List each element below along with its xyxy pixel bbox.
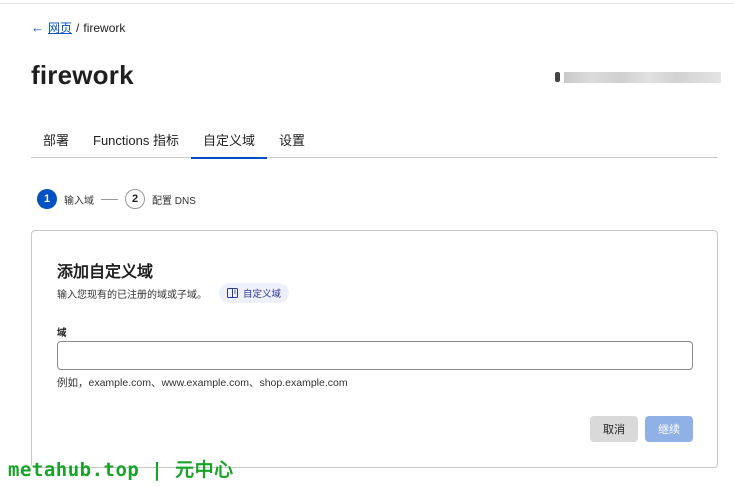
tab-functions-metrics[interactable]: Functions 指标 (81, 120, 191, 158)
step-1-indicator: 1 (37, 189, 57, 209)
step-2-indicator: 2 (125, 189, 145, 209)
breadcrumb-current: firework (83, 20, 126, 35)
tab-settings[interactable]: 设置 (267, 120, 317, 158)
domain-hint: 例如，example.com、www.example.com、shop.exam… (57, 377, 348, 389)
redacted-bar (564, 71, 721, 83)
step-1-label: 输入域 (64, 195, 94, 207)
tab-custom-domains[interactable]: 自定义域 (191, 120, 268, 159)
book-icon (227, 288, 238, 298)
page-title: firework (31, 60, 134, 90)
breadcrumb-separator: / (76, 20, 80, 35)
domain-field-label: 域 (57, 328, 67, 339)
card-title: 添加自定义域 (57, 264, 154, 281)
card-description: 输入您现有的已注册的域或子域。 (57, 289, 207, 301)
continue-button[interactable]: 继续 (645, 416, 693, 442)
tab-bar: 部署 Functions 指标 自定义域 设置 (31, 120, 718, 159)
breadcrumb: ← 网页 / firework (31, 19, 125, 36)
card-description-row: 输入您现有的已注册的域或子域。 自定义域 (57, 283, 290, 303)
breadcrumb-parent-link[interactable]: 网页 (48, 19, 72, 36)
add-domain-card: 添加自定义域 输入您现有的已注册的域或子域。 自定义域 域 例如，example… (31, 230, 718, 468)
back-arrow-icon[interactable]: ← (31, 20, 44, 35)
watermark: metahub.top | 元中心 (8, 459, 234, 481)
stepper: 1 输入域 2 配置 DNS (37, 189, 196, 209)
tab-deployments[interactable]: 部署 (31, 120, 81, 158)
cancel-button[interactable]: 取消 (590, 416, 638, 442)
domain-input[interactable] (57, 341, 693, 370)
top-divider (0, 0, 734, 4)
step-2-label: 配置 DNS (152, 195, 196, 207)
redacted-info (555, 71, 721, 83)
step-connector (101, 198, 118, 200)
redacted-dot (555, 72, 560, 82)
docs-link-label: 自定义域 (243, 289, 282, 300)
docs-link-chip[interactable]: 自定义域 (219, 283, 290, 303)
